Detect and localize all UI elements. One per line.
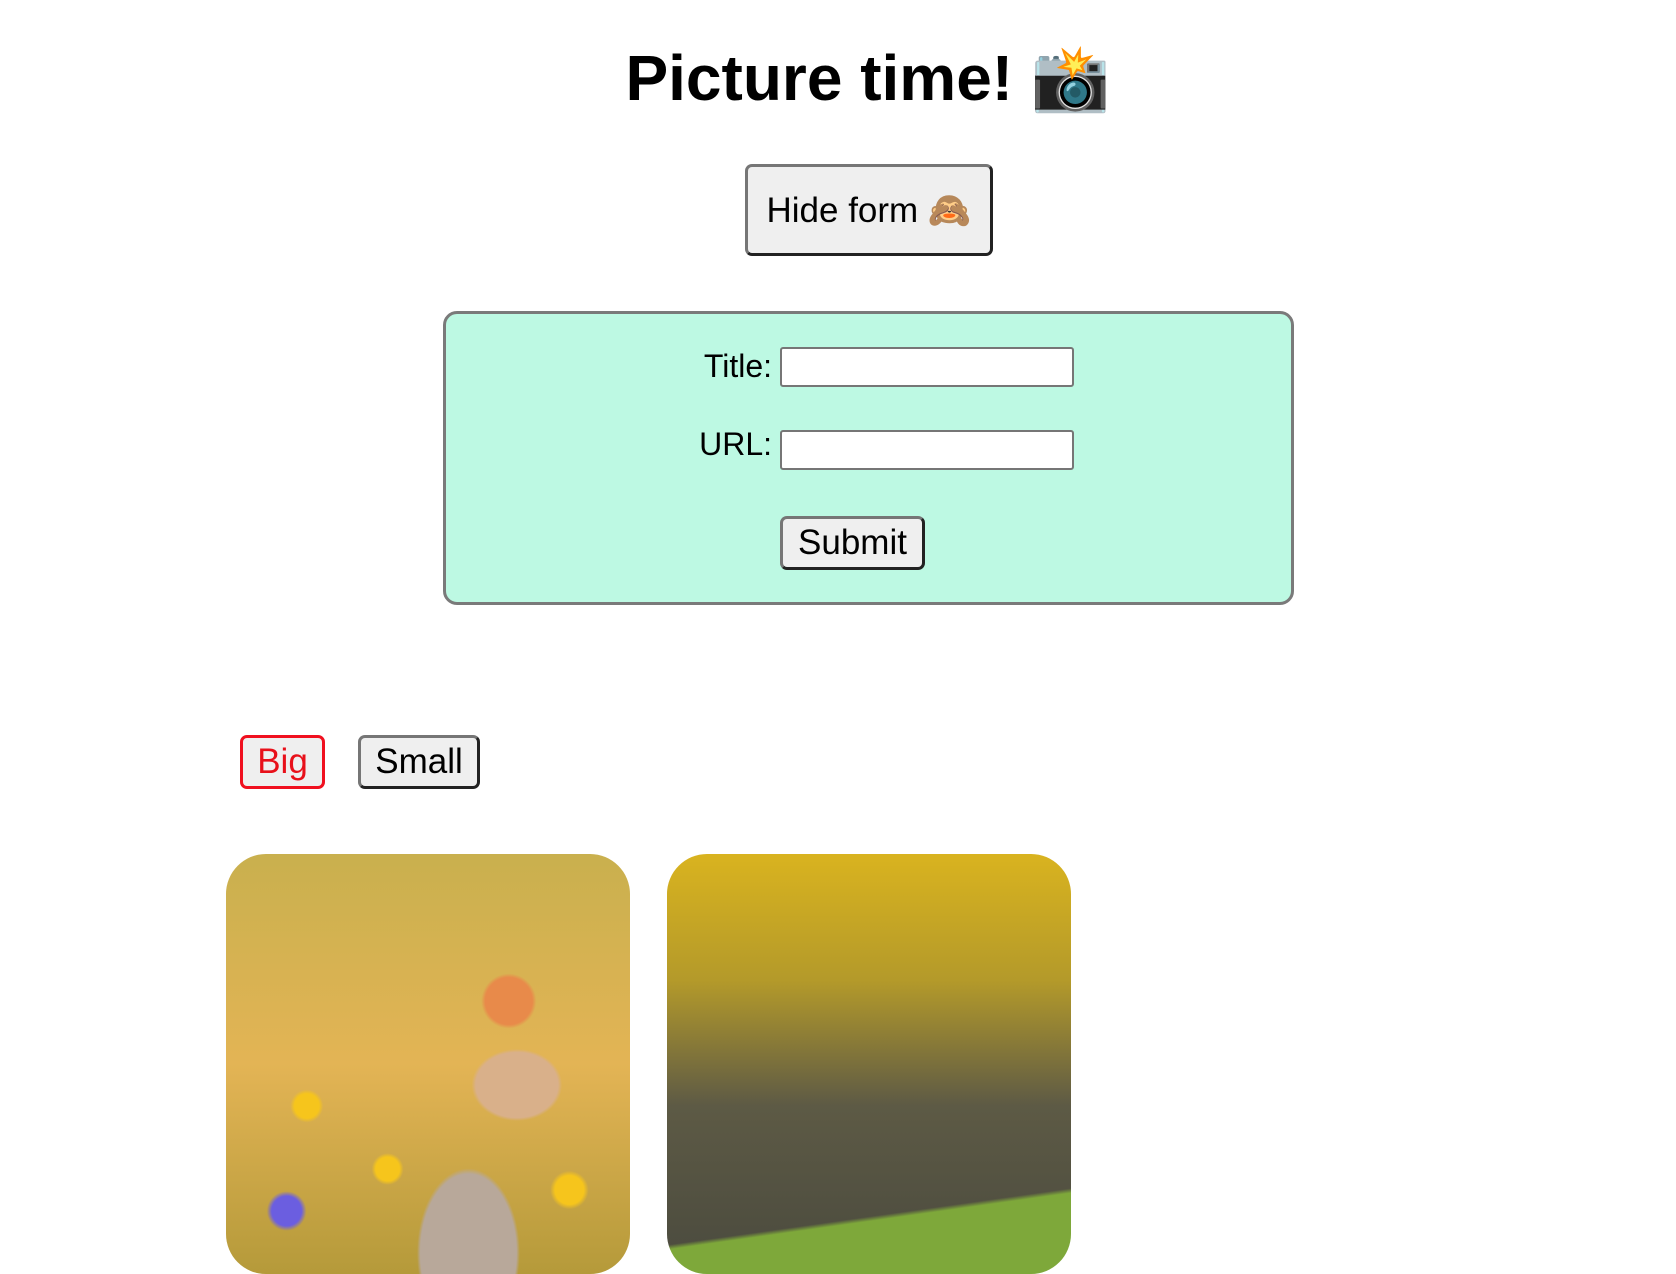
title-input[interactable] bbox=[780, 347, 1074, 387]
url-label: URL: bbox=[699, 426, 772, 462]
submit-button[interactable]: Submit bbox=[780, 516, 925, 570]
title-label: Title: bbox=[703, 348, 772, 384]
url-input[interactable] bbox=[780, 430, 1074, 470]
picture-autumn-trees bbox=[667, 854, 1071, 1274]
add-picture-form: Title: URL: Submit bbox=[443, 311, 1294, 605]
picture-hoopoe-bird bbox=[226, 854, 630, 1274]
big-size-button[interactable]: Big bbox=[240, 735, 325, 789]
small-size-button[interactable]: Small bbox=[358, 735, 480, 789]
page-title: Picture time! 📸 bbox=[625, 42, 1111, 114]
hide-form-button[interactable]: Hide form 🙈 bbox=[745, 164, 993, 256]
